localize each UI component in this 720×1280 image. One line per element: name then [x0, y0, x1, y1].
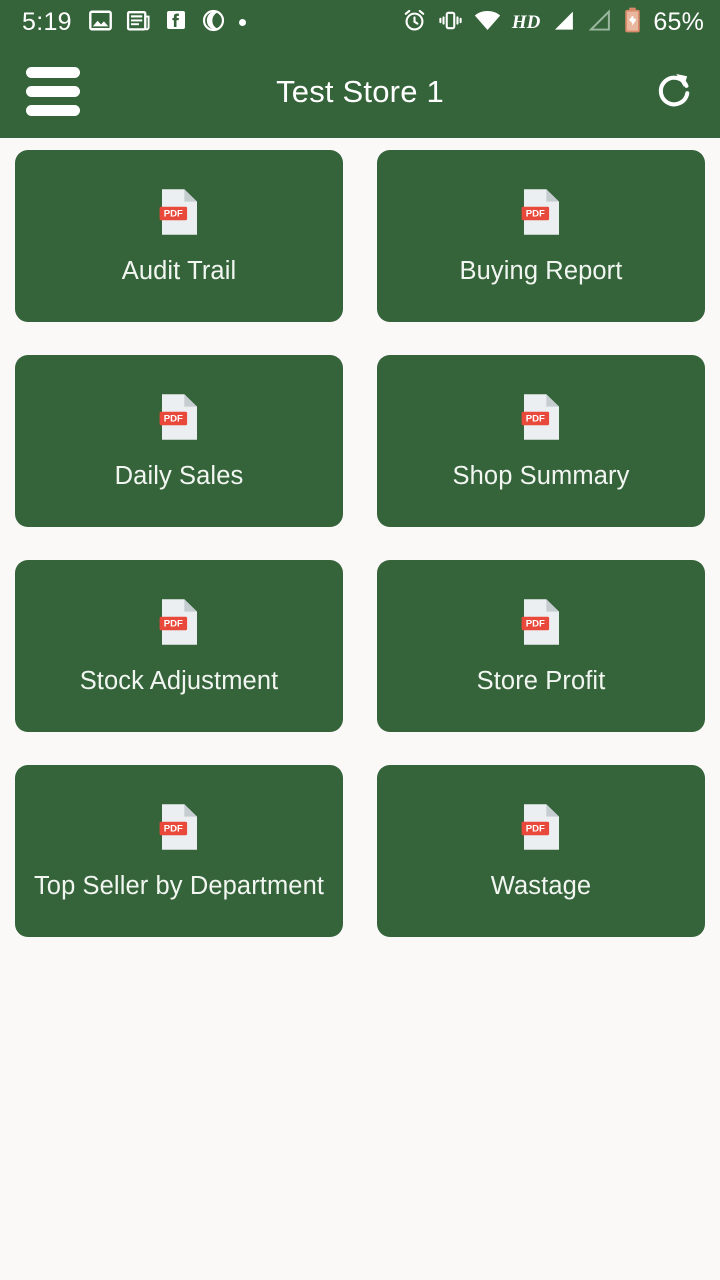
report-card-label: Daily Sales [114, 461, 244, 490]
pdf-file-icon: PDF [159, 392, 200, 442]
report-card-label: Store Profit [476, 666, 606, 695]
refresh-icon [653, 68, 695, 115]
report-card-grid: PDF Audit Trail PDF Buying Report PDF Da… [0, 138, 720, 937]
svg-text:PDF: PDF [525, 208, 544, 219]
signal-bars-icon [551, 8, 576, 38]
status-bar: 5:19 HD 65% [0, 0, 720, 45]
page-title: Test Store 1 [276, 73, 444, 109]
report-card-buying-report[interactable]: PDF Buying Report [377, 150, 705, 322]
status-clock: 5:19 [22, 8, 72, 36]
pdf-file-icon: PDF [159, 802, 200, 852]
refresh-button[interactable] [652, 70, 696, 114]
facebook-icon [164, 8, 188, 37]
report-card-label: Wastage [490, 871, 592, 900]
report-card-label: Shop Summary [452, 461, 630, 490]
report-card-label: Buying Report [459, 256, 623, 285]
report-card-label: Audit Trail [121, 256, 237, 285]
report-card-stock-adjustment[interactable]: PDF Stock Adjustment [15, 560, 343, 732]
pdf-file-icon: PDF [521, 187, 562, 237]
wifi-icon [474, 8, 501, 38]
report-card-audit-trail[interactable]: PDF Audit Trail [15, 150, 343, 322]
battery-charging-icon [623, 7, 642, 38]
report-card-label: Stock Adjustment [79, 666, 279, 695]
news-icon [126, 8, 151, 38]
hamburger-bar-3 [26, 105, 80, 116]
report-card-daily-sales[interactable]: PDF Daily Sales [15, 355, 343, 527]
report-card-label: Top Seller by Department [33, 871, 325, 900]
svg-text:PDF: PDF [525, 618, 544, 629]
status-bar-left-group: 5:19 [22, 8, 246, 38]
status-bar-right-group: HD 65% [402, 7, 704, 38]
pdf-file-icon: PDF [521, 597, 562, 647]
hamburger-bar-1 [26, 67, 80, 78]
battery-percentage: 65% [653, 8, 704, 36]
svg-text:PDF: PDF [525, 413, 544, 424]
vodafone-icon [201, 8, 226, 38]
photo-icon [88, 8, 113, 38]
svg-text:PDF: PDF [163, 618, 182, 629]
svg-text:PDF: PDF [163, 413, 182, 424]
hamburger-bar-2 [26, 86, 80, 97]
alarm-icon [402, 8, 427, 38]
app-bar: Test Store 1 [0, 45, 720, 138]
report-card-shop-summary[interactable]: PDF Shop Summary [377, 355, 705, 527]
notification-dot-icon [238, 19, 246, 26]
report-card-wastage[interactable]: PDF Wastage [377, 765, 705, 937]
vibrate-icon [438, 8, 463, 38]
svg-text:PDF: PDF [525, 823, 544, 834]
pdf-file-icon: PDF [521, 392, 562, 442]
svg-text:PDF: PDF [163, 823, 182, 834]
hamburger-menu-icon[interactable] [26, 67, 80, 116]
report-card-store-profit[interactable]: PDF Store Profit [377, 560, 705, 732]
report-card-top-seller-by-department[interactable]: PDF Top Seller by Department [15, 765, 343, 937]
pdf-file-icon: PDF [521, 802, 562, 852]
pdf-file-icon: PDF [159, 187, 200, 237]
signal-bars-empty-icon [587, 8, 612, 38]
svg-text:PDF: PDF [163, 208, 182, 219]
pdf-file-icon: PDF [159, 597, 200, 647]
hd-label: HD [511, 12, 541, 33]
